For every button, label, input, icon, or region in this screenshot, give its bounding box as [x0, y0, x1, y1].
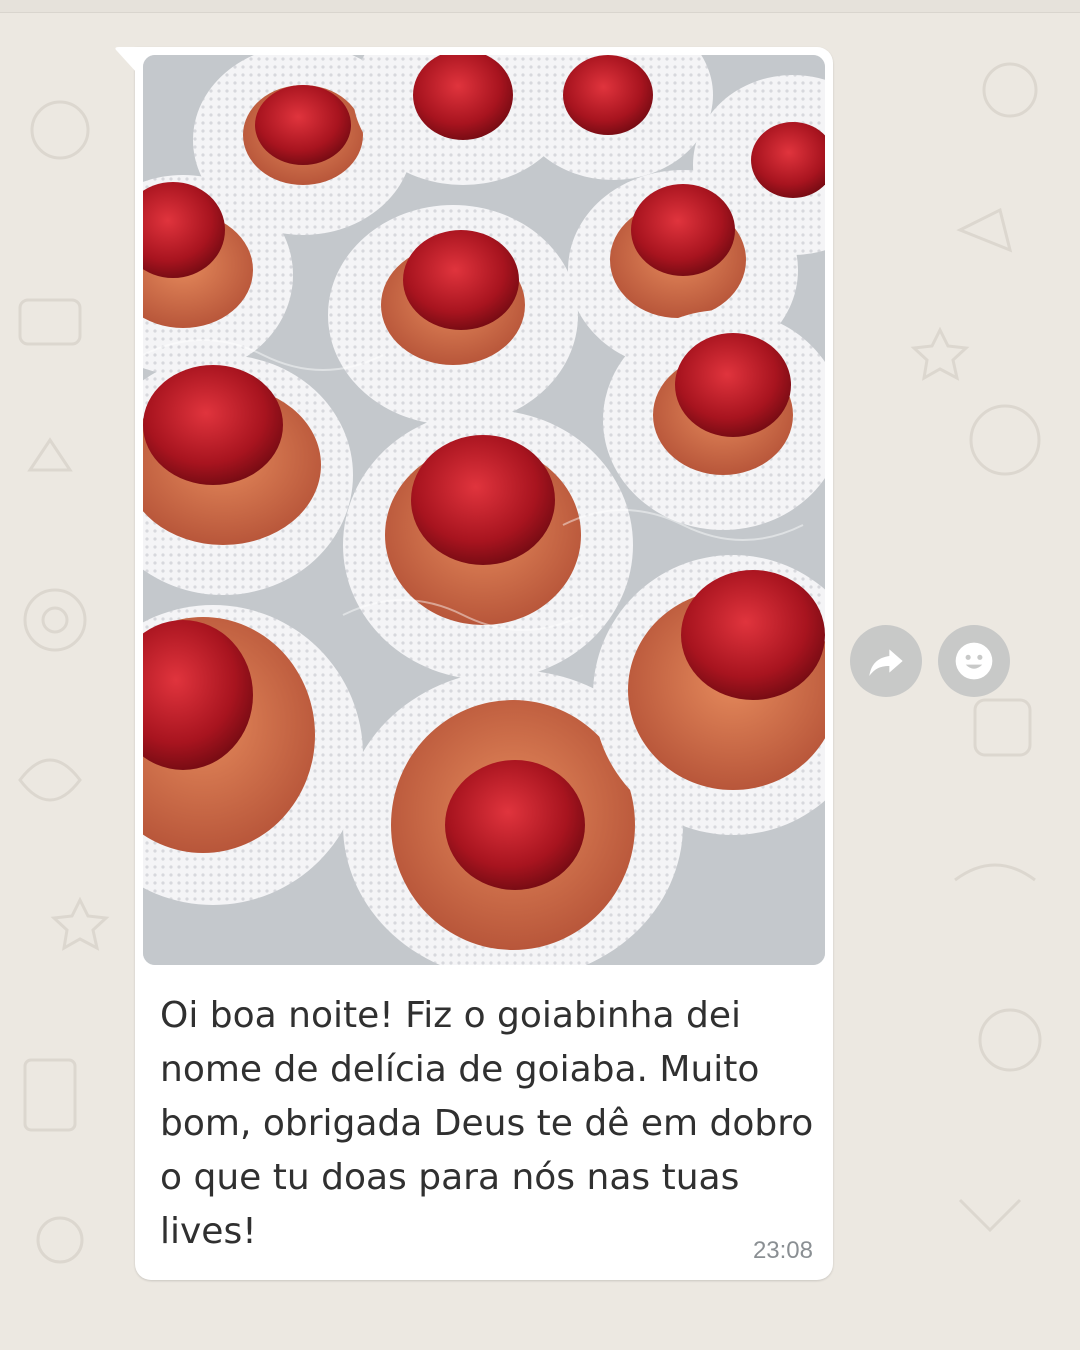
incoming-message-bubble[interactable]: Oi boa noite! Fiz o goiabinha dei nome d… — [115, 47, 833, 1280]
top-edge — [0, 0, 1080, 13]
forward-arrow-icon — [869, 649, 903, 676]
forward-button[interactable] — [850, 625, 922, 697]
smiley-icon — [955, 642, 993, 680]
react-button[interactable] — [938, 625, 1010, 697]
message-time: 23:08 — [752, 1237, 813, 1264]
message-photo[interactable] — [143, 55, 825, 965]
bubble-tail — [115, 47, 137, 73]
message-text: Oi boa noite! Fiz o goiabinha dei nome d… — [160, 995, 814, 1252]
